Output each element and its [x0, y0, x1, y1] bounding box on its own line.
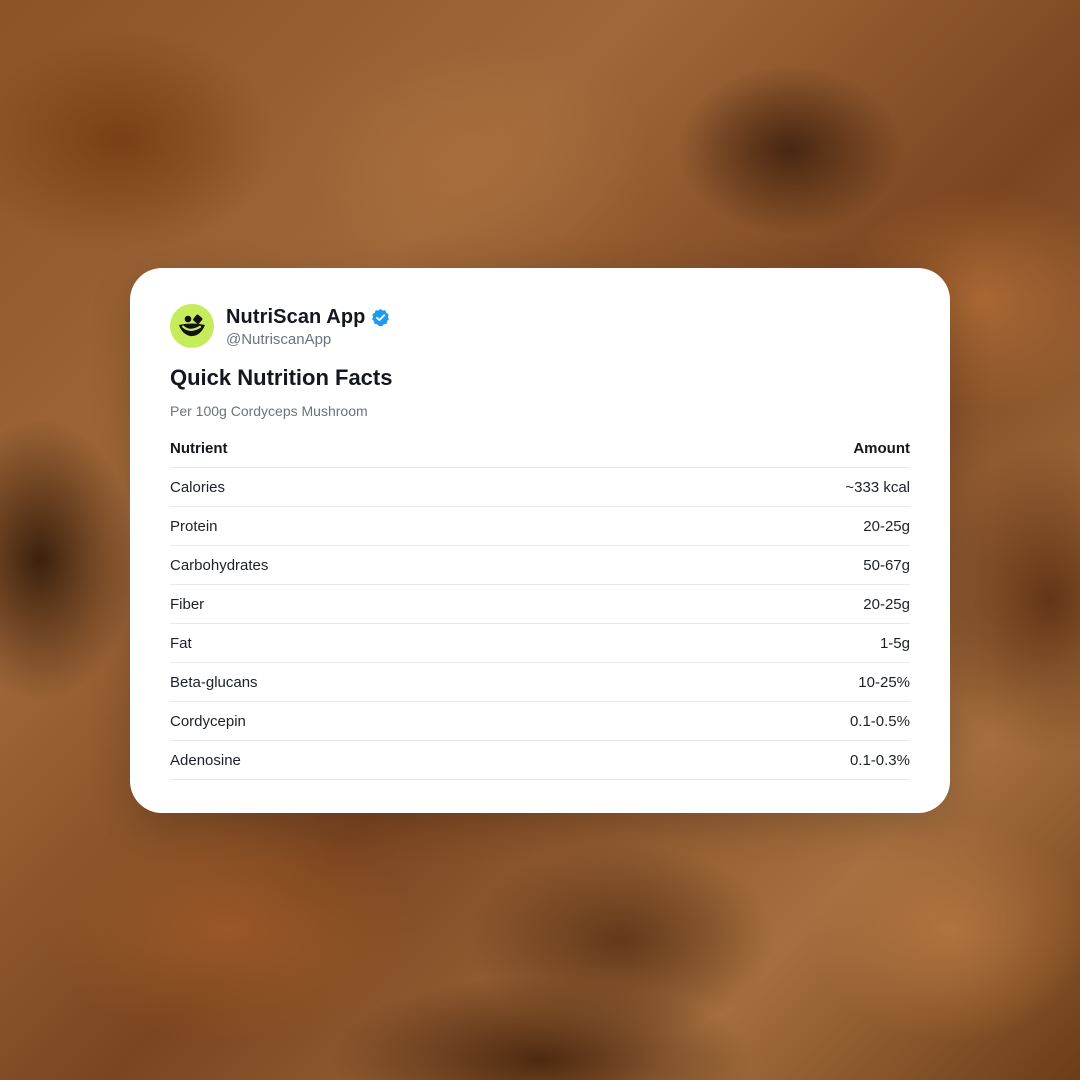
nutrient-cell: Adenosine	[170, 751, 241, 769]
nutrient-cell: Carbohydrates	[170, 556, 269, 574]
profile-identity: NutriScan App @NutriscanApp	[226, 304, 390, 348]
avatar[interactable]	[170, 304, 214, 348]
nutrition-table: Nutrient Amount Calories ~333 kcal Prote…	[170, 429, 910, 780]
table-row: Adenosine 0.1-0.3%	[170, 741, 910, 780]
amount-cell: 20-25g	[863, 595, 910, 613]
amount-cell: 50-67g	[863, 556, 910, 574]
nutrient-cell: Fat	[170, 634, 192, 652]
amount-cell: 0.1-0.5%	[849, 712, 910, 730]
amount-cell: 20-25g	[863, 517, 910, 535]
amount-cell: 0.1-0.3%	[849, 751, 910, 769]
card-title: Quick Nutrition Facts	[170, 365, 393, 390]
nutrient-cell: Cordycepin	[170, 712, 246, 730]
amount-cell: 10-25%	[858, 673, 910, 691]
nutrition-card: NutriScan App @NutriscanApp Quick Nutrit…	[130, 268, 950, 813]
table-row: Carbohydrates 50-67g	[170, 546, 910, 585]
nutriscan-logo-icon	[179, 314, 205, 337]
table-row: Beta-glucans 10-25%	[170, 663, 910, 702]
nutrient-cell: Beta-glucans	[170, 673, 258, 691]
profile-header: NutriScan App @NutriscanApp	[170, 304, 390, 348]
header-amount: Amount	[853, 439, 910, 457]
amount-cell: ~333 kcal	[845, 478, 910, 496]
table-row: Protein 20-25g	[170, 507, 910, 546]
header-nutrient: Nutrient	[170, 439, 228, 457]
table-row: Calories ~333 kcal	[170, 468, 910, 507]
name-row: NutriScan App	[226, 304, 390, 330]
table-row: Fiber 20-25g	[170, 585, 910, 624]
table-row: Fat 1-5g	[170, 624, 910, 663]
nutrient-cell: Fiber	[170, 595, 205, 613]
profile-handle[interactable]: @NutriscanApp	[226, 331, 390, 348]
table-header-row: Nutrient Amount	[170, 429, 910, 468]
verified-badge-icon	[371, 308, 390, 327]
table-row: Cordycepin 0.1-0.5%	[170, 702, 910, 741]
nutrient-cell: Calories	[170, 478, 226, 496]
amount-cell: 1-5g	[879, 634, 910, 652]
profile-name[interactable]: NutriScan App	[226, 306, 365, 329]
card-subtitle: Per 100g Cordyceps Mushroom	[170, 403, 368, 419]
nutrient-cell: Protein	[170, 517, 218, 535]
